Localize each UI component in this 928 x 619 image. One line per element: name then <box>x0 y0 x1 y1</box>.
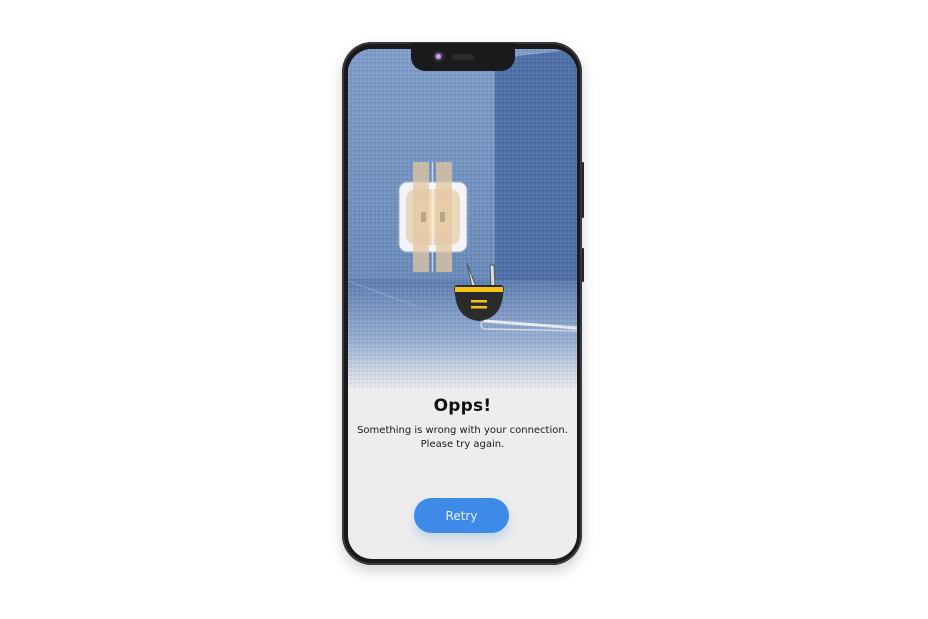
error-title: Opps! <box>433 396 492 416</box>
phone-screen <box>348 49 577 559</box>
error-content: Opps! Something is wrong with your conne… <box>348 390 577 452</box>
unplugged-socket-illustration <box>348 49 577 389</box>
earpiece-speaker <box>452 54 474 60</box>
error-message-line-2: Please try again. <box>420 439 505 450</box>
error-message-line-1: Something is wrong with your connection. <box>357 425 568 436</box>
front-camera-icon <box>433 51 445 63</box>
retry-button[interactable]: Retry <box>414 498 509 533</box>
error-message: Something is wrong with your connection.… <box>348 424 577 452</box>
stage: Opps! Something is wrong with your conne… <box>0 0 928 619</box>
